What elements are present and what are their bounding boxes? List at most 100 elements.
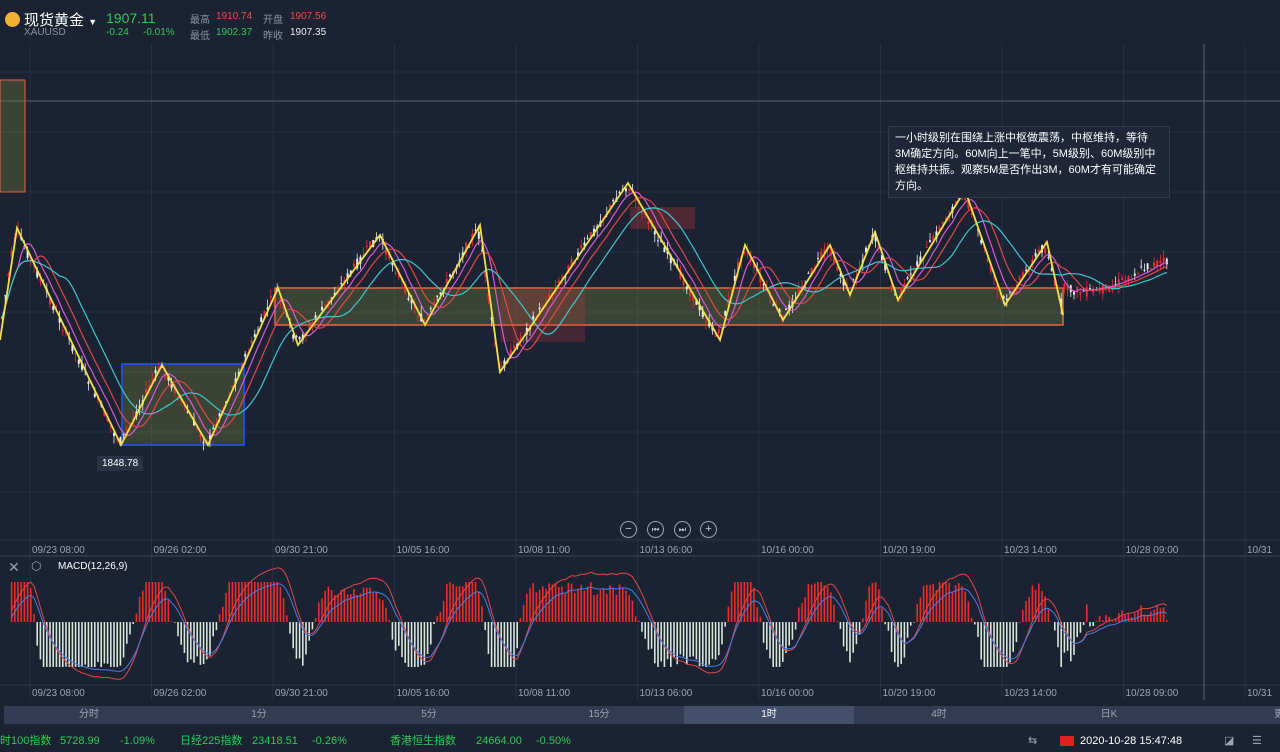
macd-time-label: 09/23 08:00 (32, 688, 85, 699)
candle (1063, 283, 1066, 289)
candle (628, 188, 631, 191)
candle (906, 277, 909, 279)
candle (657, 240, 659, 242)
candle (1153, 262, 1155, 267)
candle (586, 237, 589, 239)
candle (890, 285, 893, 291)
time-label: 09/26 02:00 (153, 545, 207, 556)
candle (1137, 273, 1139, 275)
candle (1156, 260, 1159, 266)
ticker-name[interactable]: 香港恒生指数 (390, 730, 456, 752)
settings-icon[interactable]: ⬡ (31, 559, 41, 573)
close-icon[interactable]: ✕ (8, 559, 20, 576)
time-label: 10/23 14:00 (1004, 545, 1057, 556)
ticker-value: 5728.99 (60, 735, 100, 747)
macd-label: MACD(12,26,9) (58, 561, 128, 572)
candle (269, 295, 272, 298)
price-change-pct: -0.01% (143, 27, 175, 38)
highlight-box (500, 290, 585, 342)
macd-time-label: 10/23 14:00 (1004, 688, 1057, 699)
candle (925, 246, 928, 248)
candle (1124, 279, 1127, 281)
menu-icon[interactable]: ☰ (1252, 730, 1262, 752)
candle (625, 188, 627, 192)
zoom-in-button[interactable]: + (700, 521, 717, 538)
time-label: 10/20 19:00 (882, 545, 936, 556)
expand-icon[interactable]: ◪ (1224, 730, 1234, 752)
tab-3[interactable]: 15分 (514, 706, 684, 724)
ticker-value: 24664.00 (476, 735, 522, 747)
candle (685, 286, 688, 290)
candle (513, 345, 515, 349)
candle (612, 199, 615, 202)
tab-5[interactable]: 4时 (854, 706, 1024, 724)
tab-6[interactable]: 日K (1024, 706, 1194, 724)
candle (916, 261, 919, 266)
tab-7[interactable]: 更 (1194, 706, 1280, 724)
candle (260, 317, 263, 323)
macd-time-label: 10/28 09:00 (1125, 688, 1179, 699)
low-label: 最低 (190, 31, 210, 42)
time-label: 10/13 06:00 (639, 545, 693, 556)
pivot-zone-box (0, 79, 26, 193)
datetime: 2020-10-28 15:47:48 (1080, 735, 1183, 747)
china-flag-icon (1060, 736, 1074, 746)
candle (321, 306, 323, 311)
ticker-pct: -0.50% (536, 735, 571, 747)
candle (365, 245, 368, 248)
ticker-name[interactable]: 日经225指数 (180, 730, 242, 752)
index-ticker: ⇆ 2020-10-28 15:47:48 ◪ ☰ 时100指数 5728.99 -… (0, 730, 1280, 752)
timeframe-tabs: 分时 1分 5分 15分 1时 4时 日K 更 (4, 706, 1280, 724)
tab-4[interactable]: 1时 (684, 706, 854, 724)
macd-time-label: 10/05 16:00 (396, 688, 450, 699)
time-label: 10/08 11:00 (518, 545, 571, 556)
candle (340, 283, 343, 285)
time-label: 10/28 09:00 (1125, 545, 1179, 556)
gold-logo-icon (5, 12, 20, 27)
candle (212, 427, 215, 429)
candle (1149, 267, 1152, 269)
quote-header: 现货黄金 ▼ XAUUSD 1907.11 -0.24 -0.01% 最高 19… (0, 0, 1280, 44)
macd-time-label: 09/30 21:00 (275, 688, 328, 699)
candle (202, 442, 205, 444)
candle (1140, 266, 1143, 268)
candle (145, 389, 147, 393)
time-label: 09/23 08:00 (32, 545, 85, 556)
tab-2[interactable]: 5分 (344, 706, 514, 724)
candle (1165, 258, 1168, 265)
candle (429, 308, 432, 310)
candle (532, 316, 535, 320)
ticker-pct: -0.26% (312, 735, 347, 747)
candle (298, 336, 301, 340)
candle (1034, 253, 1037, 257)
prev-close-label: 昨收 (263, 31, 283, 42)
tab-0[interactable]: 分时 (4, 706, 174, 724)
zoom-out-button[interactable]: − (620, 521, 637, 538)
candle (647, 221, 650, 225)
ticker-pct: -1.09% (120, 735, 155, 747)
prev-close-value: 1907.35 (290, 27, 327, 38)
candle (954, 201, 957, 203)
tab-1[interactable]: 1分 (174, 706, 344, 724)
candle (1146, 263, 1149, 270)
connection-icon[interactable]: ⇆ (1028, 730, 1037, 752)
time-label: 10/31 (1247, 545, 1273, 556)
candle (730, 287, 733, 289)
candle (308, 325, 311, 328)
scroll-left-button[interactable]: ⏮ (647, 521, 664, 538)
candle (1162, 257, 1165, 262)
candle (961, 198, 963, 200)
ticker-name[interactable]: 时100指数 (0, 730, 51, 752)
macd-time-label: 10/13 06:00 (639, 688, 693, 699)
candle (929, 240, 931, 243)
last-price: 1907.11 (106, 10, 156, 26)
candle (785, 309, 787, 311)
candle (717, 329, 720, 334)
price-chart[interactable] (0, 0, 1280, 752)
chevron-down-icon[interactable]: ▼ (88, 17, 97, 27)
pivot-zone-box (274, 287, 1064, 326)
scroll-right-button[interactable]: ⏭ (674, 521, 691, 538)
candle (1047, 257, 1050, 259)
macd-time-label: 10/08 11:00 (518, 688, 571, 699)
ticker-value: 23418.51 (252, 735, 298, 747)
